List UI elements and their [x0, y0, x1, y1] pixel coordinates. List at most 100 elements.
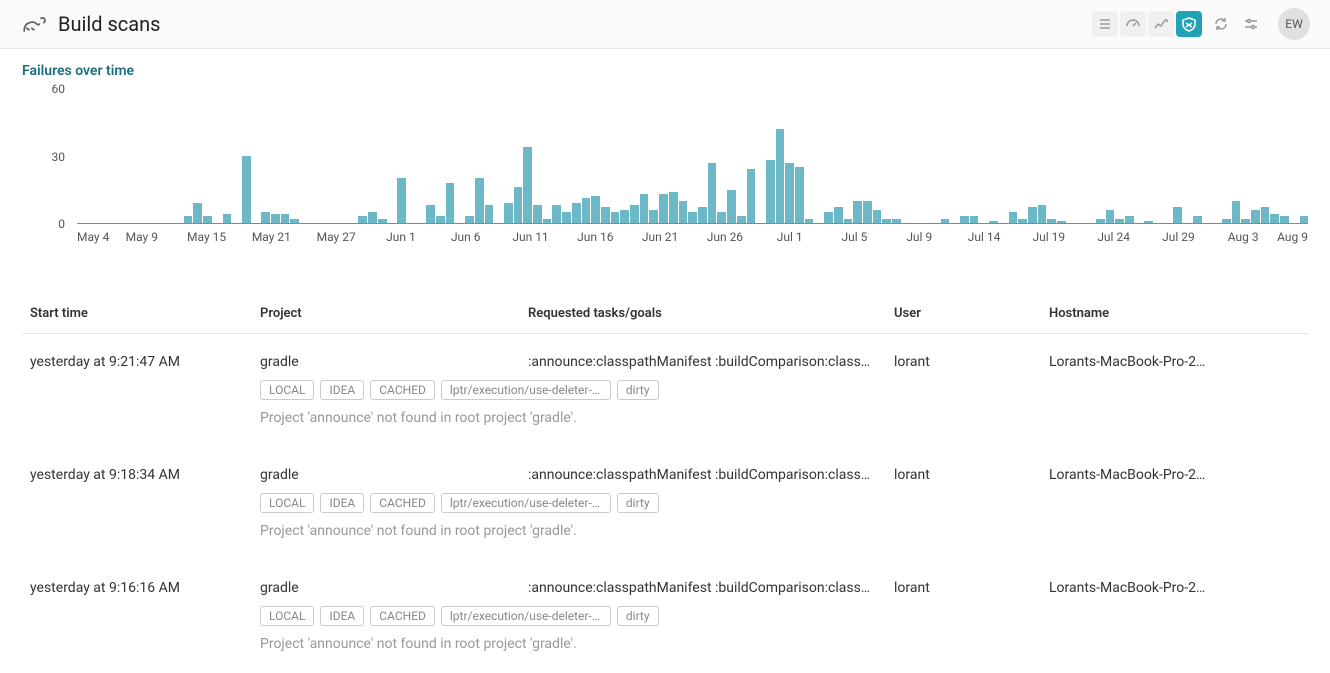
chart-bar[interactable]	[941, 219, 950, 223]
chart-bar[interactable]	[1096, 219, 1105, 223]
chart-bar[interactable]	[1193, 216, 1202, 223]
chart-bar[interactable]	[1115, 219, 1124, 223]
chart-bar[interactable]	[203, 216, 212, 223]
tag[interactable]: IDEA	[320, 606, 364, 626]
performance-view-button[interactable]	[1120, 11, 1146, 37]
tag[interactable]: lptr/execution/use-deleter-t…	[441, 606, 611, 626]
chart-bar[interactable]	[727, 190, 736, 224]
chart-bar[interactable]	[1280, 216, 1289, 223]
col-header-project[interactable]: Project	[260, 306, 528, 321]
chart-bar[interactable]	[533, 205, 542, 223]
chart-bar[interactable]	[436, 216, 445, 223]
chart-bar[interactable]	[805, 219, 814, 223]
col-header-user[interactable]: User	[894, 306, 1049, 321]
settings-button[interactable]	[1238, 11, 1264, 37]
chart-bar[interactable]	[572, 203, 581, 223]
chart-bar[interactable]	[679, 201, 688, 223]
chart-bar[interactable]	[1009, 212, 1018, 223]
table-row[interactable]: yesterday at 9:21:47 AMgradle:announce:c…	[22, 334, 1308, 447]
chart-bar[interactable]	[193, 203, 202, 223]
chart-bar[interactable]	[1270, 214, 1279, 223]
chart-bar[interactable]	[397, 178, 406, 223]
chart-bar[interactable]	[1261, 207, 1270, 223]
chart-bar[interactable]	[1144, 221, 1153, 223]
chart-bar[interactable]	[1125, 216, 1134, 223]
tag[interactable]: LOCAL	[260, 380, 314, 400]
chart-bar[interactable]	[737, 216, 746, 223]
chart-bar[interactable]	[795, 167, 804, 223]
chart-bar[interactable]	[601, 207, 610, 223]
chart-bar[interactable]	[640, 194, 649, 223]
chart-bar[interactable]	[1232, 201, 1241, 223]
chart-bar[interactable]	[242, 156, 251, 223]
chart-bar[interactable]	[688, 212, 697, 223]
user-avatar[interactable]: EW	[1278, 8, 1310, 40]
chart-bar[interactable]	[485, 205, 494, 223]
chart-bar[interactable]	[649, 210, 658, 223]
chart-bar[interactable]	[368, 212, 377, 223]
chart-bar[interactable]	[552, 205, 561, 223]
tag[interactable]: dirty	[617, 493, 659, 513]
chart-bar[interactable]	[378, 219, 387, 223]
tag[interactable]: lptr/execution/use-deleter-t…	[441, 493, 611, 513]
tag[interactable]: dirty	[617, 380, 659, 400]
chart-bar[interactable]	[358, 216, 367, 223]
chart-bar[interactable]	[853, 201, 862, 223]
chart-bar[interactable]	[1057, 221, 1066, 223]
chart-bar[interactable]	[844, 219, 853, 223]
chart-bar[interactable]	[989, 221, 998, 223]
chart-bar[interactable]	[582, 198, 591, 223]
chart-bar[interactable]	[834, 207, 843, 223]
chart-bar[interactable]	[523, 147, 532, 223]
chart-bar[interactable]	[446, 183, 455, 223]
trends-view-button[interactable]	[1148, 11, 1174, 37]
chart-bar[interactable]	[611, 212, 620, 223]
chart-bar[interactable]	[785, 163, 794, 223]
col-header-start[interactable]: Start time	[30, 306, 260, 321]
chart-bar[interactable]	[562, 212, 571, 223]
chart-bar[interactable]	[1106, 210, 1115, 223]
chart-bar[interactable]	[1038, 205, 1047, 223]
chart-bar[interactable]	[766, 160, 775, 223]
chart-bar[interactable]	[620, 210, 629, 223]
chart-bar[interactable]	[824, 212, 833, 223]
chart-bar[interactable]	[882, 219, 891, 223]
chart-bar[interactable]	[708, 163, 717, 223]
chart-bar[interactable]	[271, 214, 280, 223]
chart-bar[interactable]	[223, 214, 232, 223]
chart-bar[interactable]	[591, 196, 600, 223]
tag[interactable]: lptr/execution/use-deleter-t…	[441, 380, 611, 400]
chart-bar[interactable]	[1251, 210, 1260, 223]
tag[interactable]: LOCAL	[260, 606, 314, 626]
chart-bar[interactable]	[892, 219, 901, 223]
chart-bar[interactable]	[1173, 207, 1182, 223]
chart-bar[interactable]	[504, 203, 513, 223]
table-row[interactable]: yesterday at 9:16:16 AMgradle:announce:c…	[22, 560, 1308, 673]
chart-bar[interactable]	[543, 219, 552, 223]
chart-bar[interactable]	[960, 216, 969, 223]
chart-bar[interactable]	[698, 207, 707, 223]
chart-bar[interactable]	[1241, 219, 1250, 223]
chart-bar[interactable]	[281, 214, 290, 223]
tag[interactable]: IDEA	[320, 380, 364, 400]
chart-bar[interactable]	[1047, 219, 1056, 223]
tag[interactable]: CACHED	[370, 380, 435, 400]
list-view-button[interactable]	[1092, 11, 1118, 37]
chart-bar[interactable]	[970, 216, 979, 223]
table-row[interactable]: yesterday at 9:18:34 AMgradle:announce:c…	[22, 447, 1308, 560]
chart-bar[interactable]	[184, 216, 193, 223]
chart-bar[interactable]	[475, 178, 484, 223]
tag[interactable]: IDEA	[320, 493, 364, 513]
chart-bar[interactable]	[261, 212, 270, 223]
chart-bar[interactable]	[1018, 219, 1027, 223]
failures-view-button[interactable]	[1176, 11, 1202, 37]
chart-bar[interactable]	[669, 192, 678, 223]
tag[interactable]: CACHED	[370, 606, 435, 626]
chart-bar[interactable]	[514, 187, 523, 223]
chart-bar[interactable]	[290, 219, 299, 223]
chart-bar[interactable]	[426, 205, 435, 223]
col-header-tasks[interactable]: Requested tasks/goals	[528, 306, 894, 321]
col-header-host[interactable]: Hostname	[1049, 306, 1300, 321]
refresh-button[interactable]	[1208, 11, 1234, 37]
chart-bar[interactable]	[873, 210, 882, 223]
